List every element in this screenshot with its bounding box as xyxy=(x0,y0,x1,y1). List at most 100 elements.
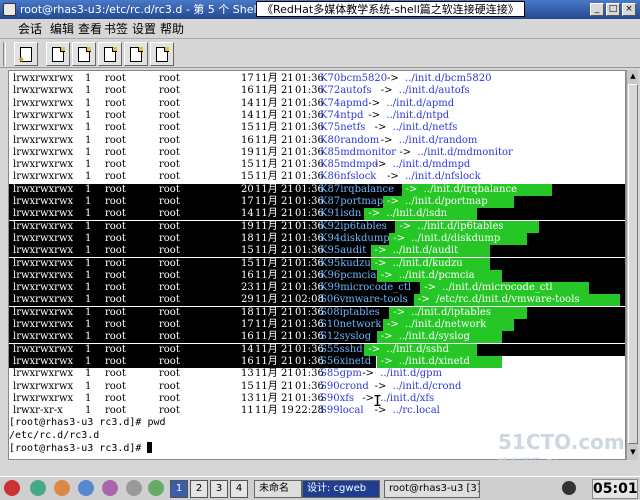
ls-name: K86nfslock xyxy=(320,171,377,183)
ls-group: root xyxy=(159,294,180,306)
desktop-2-button[interactable]: 2 xyxy=(190,480,208,498)
office-launcher-icon[interactable] xyxy=(78,480,94,496)
volume-tray-icon[interactable] xyxy=(562,481,576,495)
redhat-menu-icon[interactable] xyxy=(4,480,20,496)
ls-day: 21 xyxy=(281,343,294,355)
ls-day: 21 xyxy=(281,319,294,330)
ls-perm: lrwxrwxrwx xyxy=(13,232,74,244)
ls-day: 21 xyxy=(281,245,294,257)
ls-name: K75netfs xyxy=(320,122,366,134)
browser-launcher-icon[interactable] xyxy=(30,480,46,496)
terminal-scrollbar[interactable]: ▲ ▼ xyxy=(626,70,638,460)
ls-owner: root xyxy=(105,380,126,392)
ls-target: ../init.d/crond xyxy=(392,380,462,392)
session-3-button[interactable] xyxy=(98,42,122,66)
ls-name: K80random xyxy=(320,134,380,146)
ls-month: 11月 xyxy=(255,97,278,109)
ls-day: 19 xyxy=(281,405,294,417)
desktop-4-button[interactable]: 4 xyxy=(230,480,248,498)
folded-corner-icon xyxy=(86,47,91,52)
ls-group: root xyxy=(159,122,180,134)
scroll-down-arrow-icon[interactable]: ▼ xyxy=(628,446,638,458)
ls-perm: lrwxrwxrwx xyxy=(13,134,74,146)
ls-line: lrwxrwxrwx 1 root root 17 11月 21 01:36 K70bcm582… xyxy=(9,73,625,85)
session-2-button[interactable] xyxy=(72,42,96,66)
ls-group: root xyxy=(159,208,180,220)
ls-owner: root xyxy=(105,183,126,195)
mail-launcher-icon[interactable] xyxy=(54,480,70,496)
maximize-button[interactable]: □ xyxy=(606,3,620,16)
ls-line: lrwxrwxrwx 1 root root 15 11月 21 01:36 K86nfsloc… xyxy=(9,171,625,183)
ls-name: K94diskdump xyxy=(320,232,390,244)
menu-help[interactable]: 帮助 xyxy=(160,21,184,37)
ls-arrow: -> xyxy=(374,380,387,392)
menu-session[interactable]: 会话 xyxy=(18,21,42,37)
session-1-button[interactable] xyxy=(46,42,70,66)
ls-target: ../init.d/iptables xyxy=(411,306,491,318)
ls-owner: root xyxy=(105,392,126,404)
minimize-button[interactable]: _ xyxy=(590,3,604,16)
close-button[interactable]: × xyxy=(622,3,636,16)
window-titlebar[interactable]: root@rhas3-u3:/etc/rc.d/rc3.d - 第 5 个 Sh… xyxy=(0,0,640,19)
ls-line: lrwxrwxrwx 1 root root 20 11月 21 01:36 K87irqbal… xyxy=(9,183,625,196)
ls-target: /etc/rc.d/init.d/vmware-tools xyxy=(436,294,580,306)
session-4-button[interactable] xyxy=(124,42,148,66)
session-5-button[interactable] xyxy=(150,42,174,66)
new-session-button[interactable]: ✦ xyxy=(14,42,38,66)
menu-settings[interactable]: 设置 xyxy=(132,21,156,37)
ls-arrow: -> xyxy=(368,109,381,121)
ls-n: 1 xyxy=(85,380,92,392)
ls-arrow: -> xyxy=(368,208,381,220)
scroll-thumb[interactable] xyxy=(628,84,638,444)
ls-name: S56xinetd xyxy=(320,355,372,367)
ls-n: 1 xyxy=(85,220,92,232)
ls-group: root xyxy=(159,319,180,330)
ls-owner: root xyxy=(105,208,126,220)
terminal-launcher-icon[interactable] xyxy=(148,480,164,496)
ls-arrow: -> xyxy=(399,220,412,232)
ls-size: 20 xyxy=(241,183,254,195)
menu-view[interactable]: 查看 xyxy=(78,21,102,37)
ls-group: root xyxy=(159,405,180,417)
task-root-terminal[interactable]: root@rhas3-u3 [3] xyxy=(384,480,480,498)
ls-n: 1 xyxy=(85,294,92,306)
task-design-cgweb[interactable]: 设计: cgweb xyxy=(302,480,380,498)
ls-owner: root xyxy=(105,73,126,84)
ls-line: lrwxrwxrwx 1 root root 15 11月 21 01:36 K75netfs -… xyxy=(9,122,625,134)
menu-edit[interactable]: 编辑 xyxy=(50,21,74,37)
folded-corner-icon xyxy=(112,47,117,52)
ls-arrow: -> xyxy=(387,319,399,330)
ls-owner: root xyxy=(105,355,126,367)
ls-name: S85gpm xyxy=(320,368,362,380)
star-icon: ✦ xyxy=(17,55,26,66)
terminal-output[interactable]: lrwxrwxrwx 1 root root 17 11月 21 01:36 K70bcm582… xyxy=(8,70,626,460)
ls-day: 21 xyxy=(281,220,294,232)
ls-arrow: -> xyxy=(405,183,418,195)
ls-owner: root xyxy=(105,232,126,244)
konsole-app-icon[interactable] xyxy=(3,3,16,16)
ls-n: 1 xyxy=(85,368,92,380)
ls-group: root xyxy=(159,134,180,146)
menu-bookmarks[interactable]: 书签 xyxy=(104,21,128,37)
ls-name: S90xfs xyxy=(320,392,355,404)
ls-n: 1 xyxy=(85,306,92,318)
ls-month: 11月 xyxy=(255,122,278,134)
ls-name: S99local xyxy=(320,405,364,417)
ls-line: lrwxr-xr-x 1 root root 11 11月 19 22:28 S99local -… xyxy=(9,405,625,417)
ls-target: ../init.d/irqbalance xyxy=(423,183,517,195)
printer-launcher-icon[interactable] xyxy=(126,480,142,496)
desktop-3-button[interactable]: 3 xyxy=(210,480,228,498)
ls-owner: root xyxy=(105,405,126,417)
ls-n: 1 xyxy=(85,122,92,134)
ls-owner: root xyxy=(105,245,126,257)
presentation-launcher-icon[interactable] xyxy=(102,480,118,496)
ls-perm: lrwxrwxrwx xyxy=(13,109,74,121)
ls-line: lrwxrwxrwx 1 root root 13 11月 21 01:36 S85gpm ->.… xyxy=(9,368,625,380)
task-untitled[interactable]: 未命名 xyxy=(254,480,302,498)
ls-name: K87portmap xyxy=(320,196,384,207)
ls-n: 1 xyxy=(85,183,92,195)
ls-month: 11月 xyxy=(255,368,278,380)
scroll-up-arrow-icon[interactable]: ▲ xyxy=(628,70,638,82)
desktop-1-button[interactable]: 1 xyxy=(170,480,188,498)
ls-perm: lrwxrwxrwx xyxy=(13,282,74,294)
